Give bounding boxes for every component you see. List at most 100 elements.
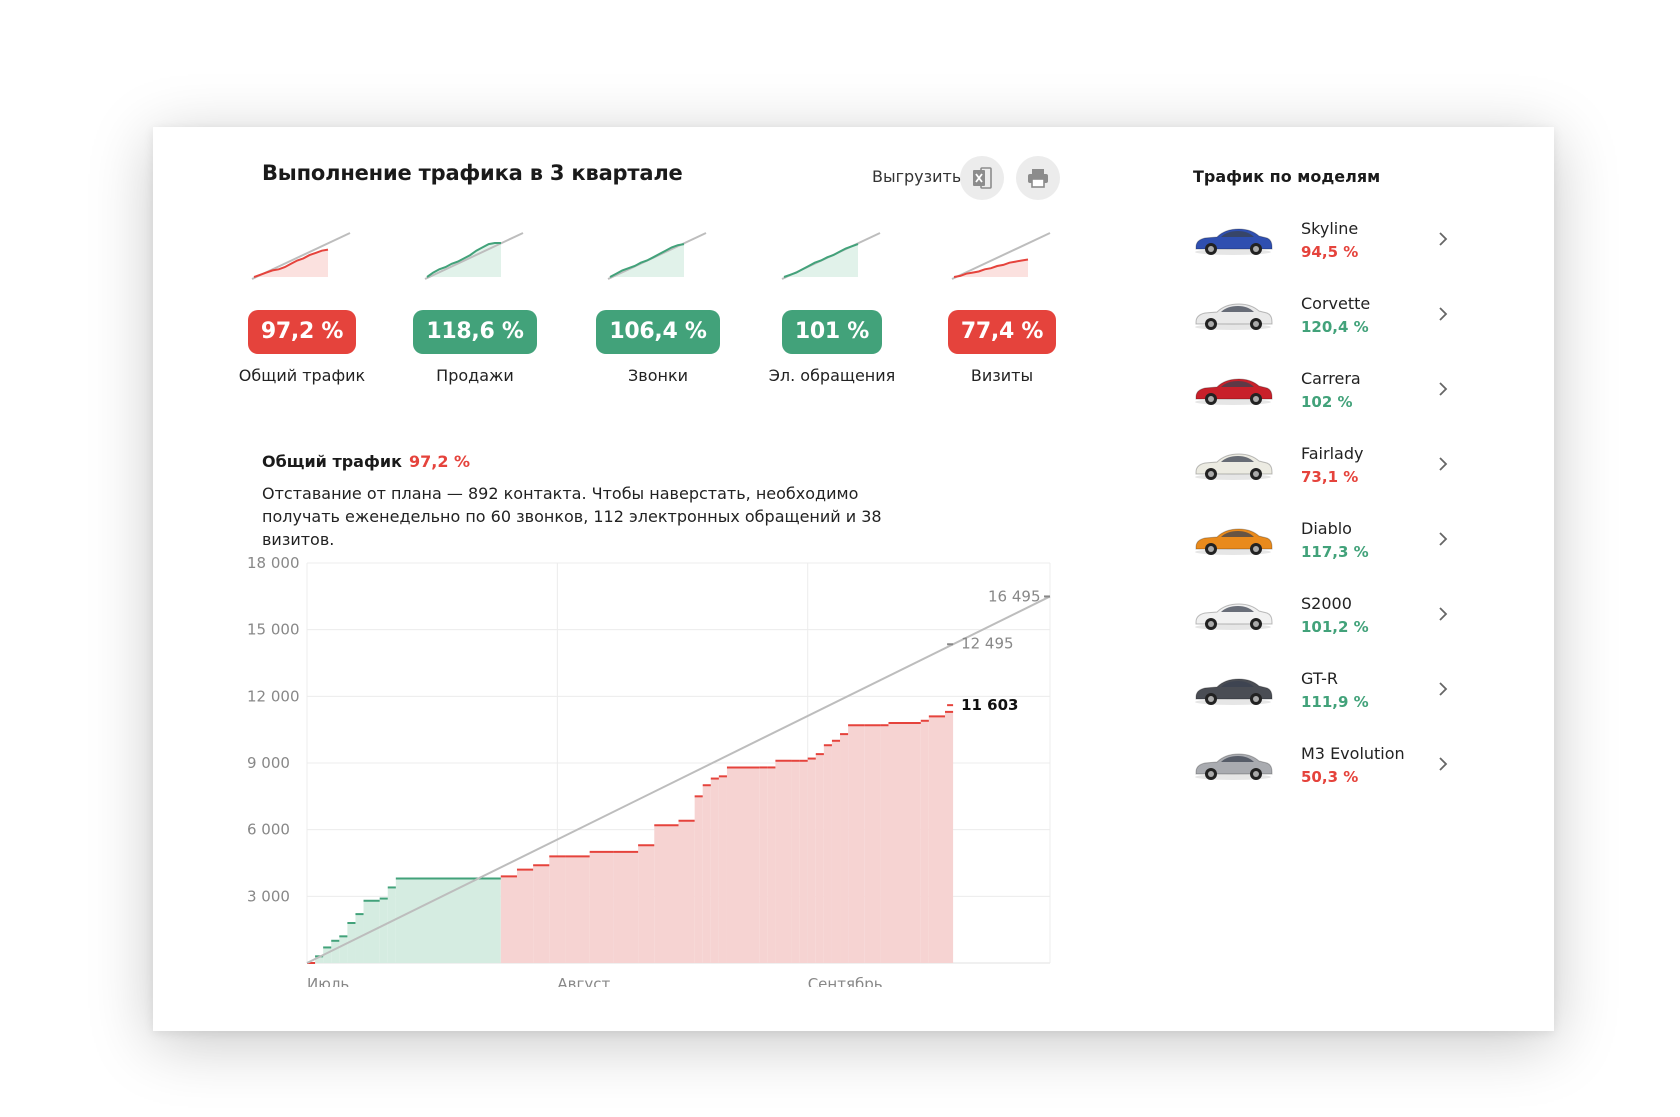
actual-area-segment <box>678 820 695 963</box>
page-title: Выполнение трафика в 3 квартале <box>262 161 683 185</box>
actual-area-segment <box>880 725 889 963</box>
kpi-label: Звонки <box>628 366 688 385</box>
actual-area-segment <box>339 936 348 963</box>
actual-area-segment <box>848 725 865 963</box>
chevron-right-icon <box>1439 232 1448 246</box>
sparkline <box>951 232 1051 280</box>
chevron-right-icon <box>1439 382 1448 396</box>
car-rim <box>1208 246 1214 252</box>
car-rim <box>1253 696 1259 702</box>
actual-area-segment <box>331 940 340 963</box>
model-item-gt-r[interactable]: GT-R 111,9 % <box>1193 659 1453 734</box>
car-rim <box>1208 546 1214 552</box>
model-item-diablo[interactable]: Diablo 117,3 % <box>1193 509 1453 584</box>
actual-area-segment <box>710 778 719 963</box>
actual-area-segment <box>945 711 954 963</box>
actual-area-segment <box>549 856 566 963</box>
y-tick-label: 3 000 <box>247 887 290 905</box>
detail-title: Общий трафик <box>262 452 402 471</box>
model-item-s2000[interactable]: S2000 101,2 % <box>1193 584 1453 659</box>
car-rim <box>1253 246 1259 252</box>
actual-area-segment <box>387 887 396 963</box>
model-name: M3 Evolution <box>1301 744 1405 763</box>
actual-area-segment <box>928 716 946 963</box>
y-tick-label: 18 000 <box>247 554 300 572</box>
model-pct: 111,9 % <box>1301 693 1369 711</box>
car-icon <box>1195 528 1273 555</box>
kpi-badge: 106,4 % <box>596 310 720 354</box>
car-rim <box>1253 396 1259 402</box>
actual-area-segment <box>654 825 679 963</box>
car-rim <box>1208 621 1214 627</box>
actual-area-segment <box>888 723 921 963</box>
export-excel-button[interactable] <box>960 156 1004 200</box>
sparkline <box>781 232 881 280</box>
actual-area-segment <box>718 776 727 963</box>
kpi-total-traffic[interactable]: 97,2 % Общий трафик <box>217 225 387 385</box>
plan-end-label: 16 495 <box>988 587 1041 605</box>
y-tick-label: 12 000 <box>247 687 300 705</box>
model-item-fairlady[interactable]: Fairlady 73,1 % <box>1193 434 1453 509</box>
plan-today-label: 12 495 <box>961 634 1014 652</box>
actual-area-segment <box>831 740 841 963</box>
models-title: Трафик по моделям <box>1193 167 1381 186</box>
model-pct: 101,2 % <box>1301 618 1369 636</box>
x-tick-label: Сентябрь <box>808 975 883 987</box>
car-icon <box>1195 753 1273 780</box>
chevron-right-icon <box>1439 532 1448 546</box>
kpi-badge: 77,4 % <box>947 310 1057 354</box>
sparkline <box>251 232 351 280</box>
car-icon <box>1195 228 1273 255</box>
model-name: Corvette <box>1301 294 1371 313</box>
model-pct: 50,3 % <box>1301 768 1359 786</box>
model-name: Diablo <box>1301 519 1352 538</box>
kpi-label: Продажи <box>436 366 514 385</box>
model-item-carrera[interactable]: Carrera 102 % <box>1193 359 1453 434</box>
car-rim <box>1208 771 1214 777</box>
models-list: Skyline 94,5 % Corvette 120,4 % Carrera … <box>1193 209 1453 809</box>
export-label: Выгрузить <box>872 167 962 186</box>
car-icon <box>1195 453 1273 480</box>
model-item-m3-evolution[interactable]: M3 Evolution 50,3 % <box>1193 734 1453 809</box>
excel-icon <box>973 167 992 189</box>
chevron-right-icon <box>1439 757 1448 771</box>
actual-area-segment <box>395 878 501 963</box>
car-icon <box>1195 303 1273 330</box>
actual-area-segment <box>815 754 824 963</box>
model-pct: 120,4 % <box>1301 318 1369 336</box>
car-rim <box>1208 396 1214 402</box>
car-icon <box>1195 678 1273 705</box>
model-name: GT-R <box>1301 669 1339 688</box>
actual-area-segment <box>823 745 832 963</box>
kpi-visits[interactable]: 77,4 % Визиты <box>917 225 1087 385</box>
car-rim <box>1253 321 1259 327</box>
print-button[interactable] <box>1016 156 1060 200</box>
model-name: Skyline <box>1301 219 1359 238</box>
actual-area-segment <box>807 758 816 963</box>
kpi-sales[interactable]: 118,6 % Продажи <box>390 225 560 385</box>
actual-area-segment <box>694 796 703 963</box>
model-name: Carrera <box>1301 369 1361 388</box>
actual-area-segment <box>791 760 800 963</box>
traffic-chart: 18 000 15 000 12 000 9 000 6 000 3 000 Июль Авг… <box>247 554 1051 987</box>
actual-area-segment <box>379 898 388 963</box>
model-name: Fairlady <box>1301 444 1364 463</box>
x-tick-label: Август <box>557 975 610 987</box>
y-tick-label: 6 000 <box>247 821 290 839</box>
model-item-corvette[interactable]: Corvette 120,4 % <box>1193 284 1453 359</box>
kpi-email-requests[interactable]: 101 % Эл. обращения <box>747 225 917 385</box>
chevron-right-icon <box>1439 457 1448 471</box>
model-item-skyline[interactable]: Skyline 94,5 % <box>1193 209 1453 284</box>
car-rim <box>1208 696 1214 702</box>
model-pct: 94,5 % <box>1301 243 1359 261</box>
chevron-right-icon <box>1439 682 1448 696</box>
actual-area-segment <box>759 767 768 963</box>
car-rim <box>1253 546 1259 552</box>
actual-area-segment <box>726 767 760 963</box>
sparkline <box>607 232 707 280</box>
actual-area-segment <box>516 869 534 963</box>
kpi-calls[interactable]: 106,4 % Звонки <box>573 225 743 385</box>
x-tick-label: Июль <box>307 975 349 987</box>
model-pct: 73,1 % <box>1301 468 1359 486</box>
actual-area-segment <box>864 725 881 963</box>
